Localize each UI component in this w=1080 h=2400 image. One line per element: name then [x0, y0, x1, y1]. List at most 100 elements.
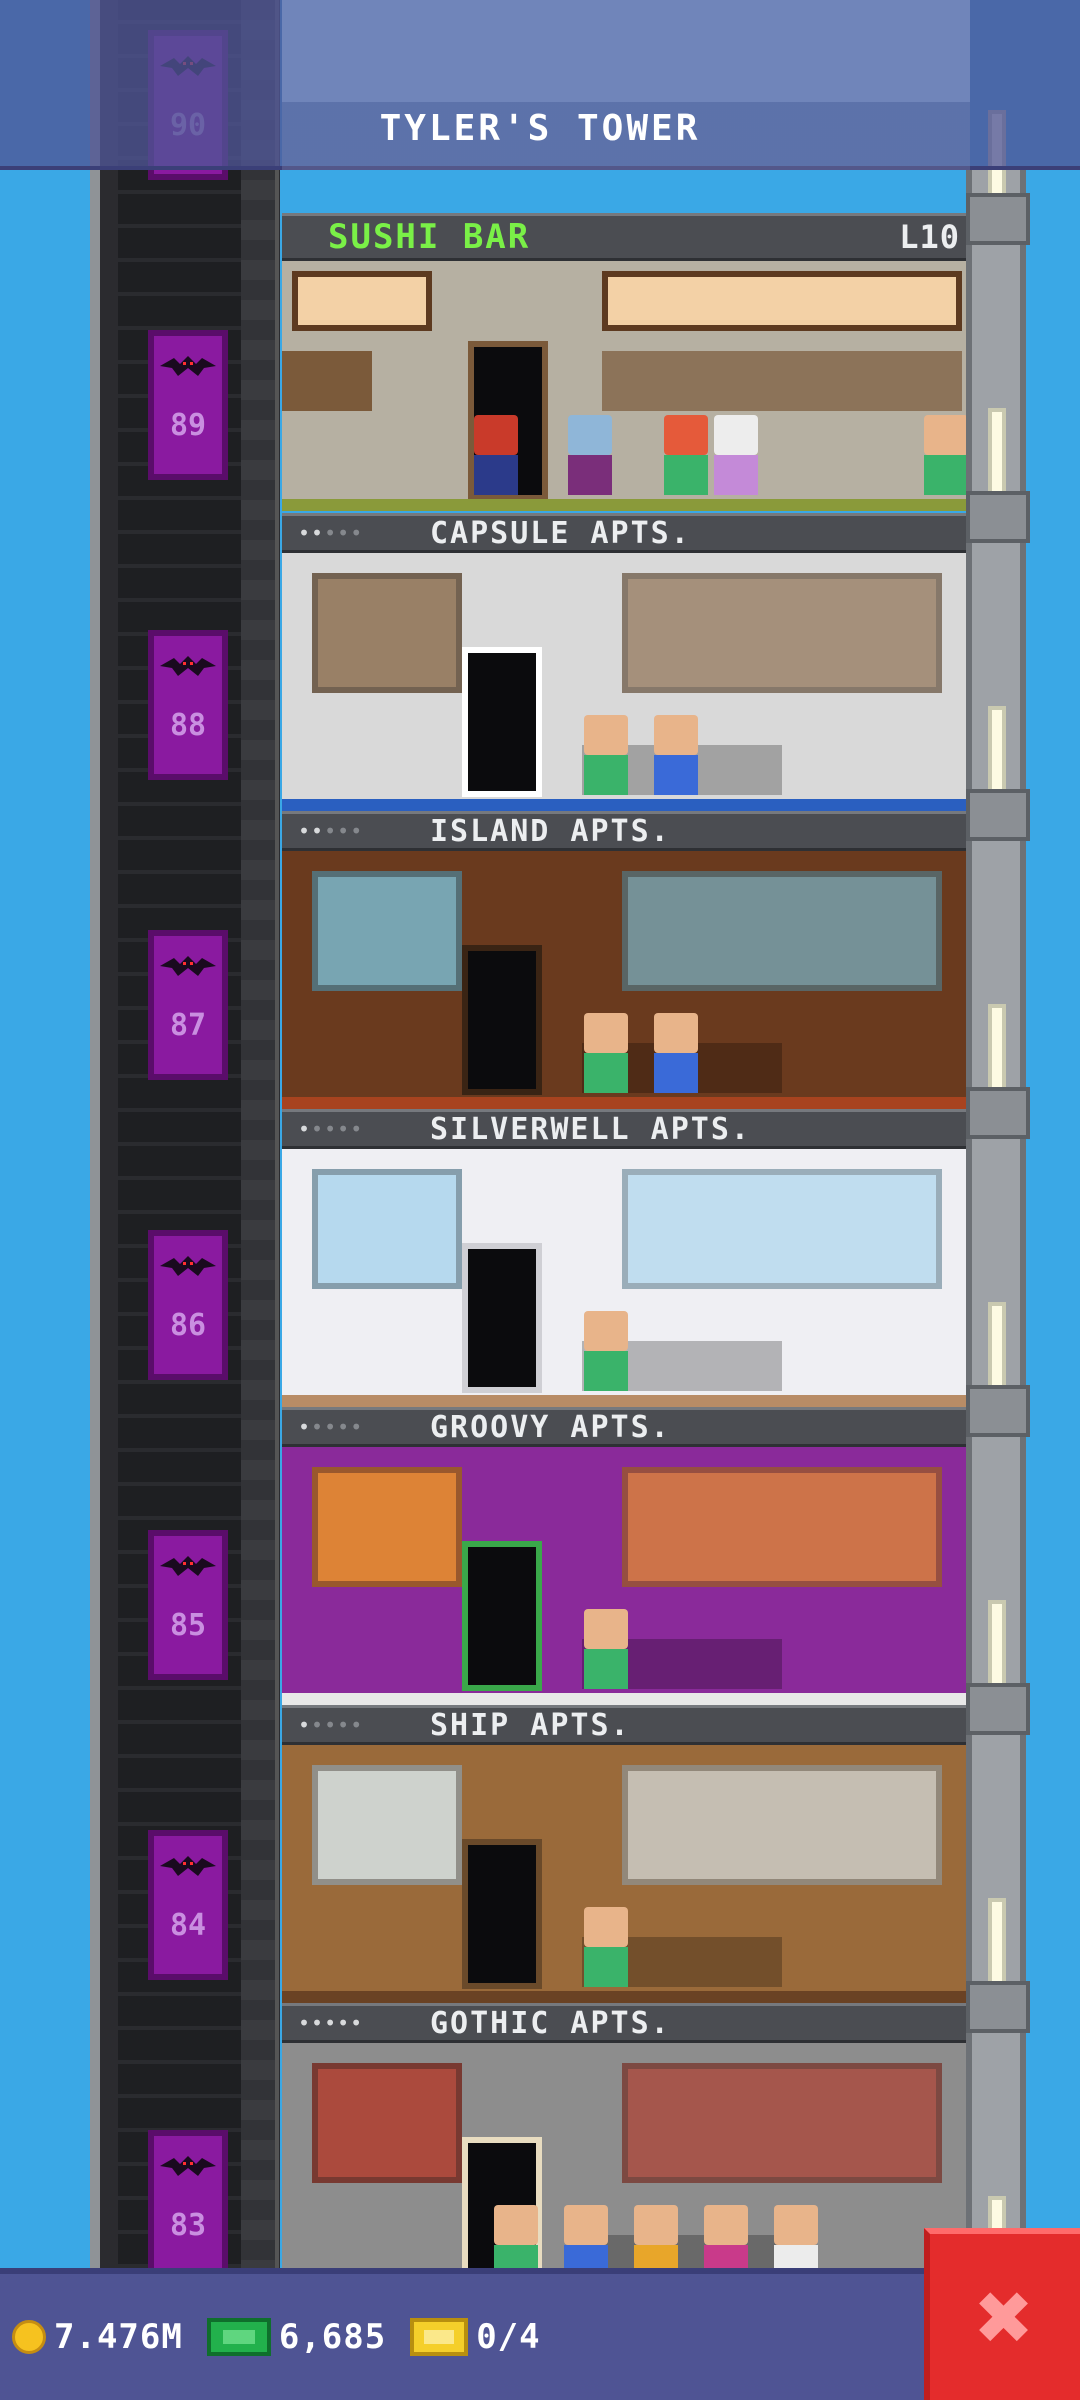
occupancy-indicator: •••••	[298, 819, 364, 843]
room-silverwell[interactable]	[282, 1149, 970, 1407]
floor-edge	[282, 1097, 970, 1109]
floor-edge	[282, 499, 970, 511]
bat-icon	[160, 354, 216, 378]
character[interactable]	[582, 1013, 630, 1093]
floor-bar[interactable]: ••••• CAPSULE APTS.	[282, 513, 970, 553]
elevator-floor-number: 86	[169, 1307, 207, 1343]
coins-stat[interactable]: 7.476M	[12, 2317, 183, 2357]
apartment-door	[462, 1541, 542, 1691]
floor-edge	[282, 799, 970, 811]
header: TYLER'S TOWER	[0, 0, 1080, 170]
window	[312, 1765, 462, 1885]
floor-edge	[282, 1693, 970, 1705]
floor-bar[interactable]: ••••• SHIP APTS.	[282, 1705, 970, 1745]
pillar-bracket	[966, 1981, 1030, 2033]
floor-name: SILVERWELL APTS.	[430, 1111, 751, 1147]
apartment-door	[462, 945, 542, 1095]
floor-bar[interactable]: ••••• GROOVY APTS.	[282, 1407, 970, 1447]
bux-value: 6,685	[278, 2317, 387, 2357]
pillar-bracket	[966, 789, 1030, 841]
character[interactable]	[472, 415, 520, 495]
floor-groovy[interactable]: ••••• GROOVY APTS.	[282, 1407, 970, 1705]
elevator-floor-number: 89	[169, 407, 207, 443]
floor-silverwell[interactable]: ••••• SILVERWELL APTS.	[282, 1109, 970, 1407]
character[interactable]	[582, 1609, 630, 1689]
floor-edge	[282, 1395, 970, 1407]
occupancy-indicator: •••••	[298, 1117, 364, 1141]
room-capsule[interactable]	[282, 553, 970, 811]
room-gothic[interactable]	[282, 2043, 970, 2301]
elevator-floor-cell[interactable]: 88	[148, 630, 228, 780]
pillar-bracket	[966, 1087, 1030, 1139]
elevator-floor-cell[interactable]: 83	[148, 2130, 228, 2280]
window	[622, 573, 942, 693]
bat-icon	[160, 1254, 216, 1278]
bat-icon	[160, 2154, 216, 2178]
window	[622, 1169, 942, 1289]
character[interactable]	[566, 415, 614, 495]
apartment-door	[462, 647, 542, 797]
elevator-floor-cell[interactable]: 86	[148, 1230, 228, 1380]
floor-name: GOTHIC APTS.	[430, 2005, 671, 2041]
room-island[interactable]	[282, 851, 970, 1109]
close-icon: ✖	[976, 2261, 1034, 2373]
character[interactable]	[662, 415, 710, 495]
character[interactable]	[652, 1013, 700, 1093]
pillar-bracket	[966, 491, 1030, 543]
close-button[interactable]: ✖	[924, 2228, 1080, 2400]
tickets-stat[interactable]: 0/4	[410, 2317, 540, 2357]
character[interactable]	[712, 415, 760, 495]
elevator-floor-number: 83	[169, 2207, 207, 2243]
room-ship[interactable]	[282, 1745, 970, 2003]
window	[312, 1169, 462, 1289]
floor-name: GROOVY APTS.	[430, 1409, 671, 1445]
floor-level-label: L10	[899, 218, 960, 256]
floor-ship[interactable]: ••••• SHIP APTS.	[282, 1705, 970, 2003]
bat-icon	[160, 654, 216, 678]
character[interactable]	[582, 1311, 630, 1391]
pillar-bracket	[966, 193, 1030, 245]
building-pillar	[966, 110, 1026, 2306]
floor-gothic[interactable]: ••••• GOTHIC APTS.	[282, 2003, 970, 2301]
elevator-floor-cell[interactable]: 84	[148, 1830, 228, 1980]
elevator-floor-cell[interactable]: 85	[148, 1530, 228, 1680]
occupancy-indicator: •••••	[298, 1713, 364, 1737]
elevator-floor-cell[interactable]: 89	[148, 330, 228, 480]
floor-island[interactable]: ••••• ISLAND APTS.	[282, 811, 970, 1109]
coin-icon	[12, 2320, 46, 2354]
character[interactable]	[582, 715, 630, 795]
window	[622, 1467, 942, 1587]
character[interactable]	[582, 1907, 630, 1987]
floor-bar-sushi[interactable]: SUSHI BAR L10	[282, 213, 970, 261]
floor-name: ISLAND APTS.	[430, 813, 671, 849]
floor-bar[interactable]: ••••• GOTHIC APTS.	[282, 2003, 970, 2043]
elevator-floor-cell[interactable]: 87	[148, 930, 228, 1080]
elevator-floor-number: 85	[169, 1607, 207, 1643]
window	[312, 871, 462, 991]
bux-stat[interactable]: 6,685	[206, 2317, 387, 2357]
window	[622, 1765, 942, 1885]
floor-name-sushi: SUSHI BAR	[328, 217, 531, 257]
floor-capsule[interactable]: ••••• CAPSULE APTS.	[282, 513, 970, 811]
occupancy-indicator: •••••	[298, 1415, 364, 1439]
bat-icon	[160, 954, 216, 978]
elevator-rail	[241, 0, 279, 2400]
elevator-floor-number: 87	[169, 1007, 207, 1043]
apartment-door	[462, 1243, 542, 1393]
window	[312, 573, 462, 693]
character[interactable]	[922, 415, 970, 495]
room-sushi-bar[interactable]	[282, 261, 970, 511]
room-groovy[interactable]	[282, 1447, 970, 1705]
resource-bar: 7.476M 6,685 0/4	[0, 2268, 1080, 2400]
tickets-value: 0/4	[476, 2317, 541, 2357]
floor-bar[interactable]: ••••• SILVERWELL APTS.	[282, 1109, 970, 1149]
floor-name: SHIP APTS.	[430, 1707, 631, 1743]
bat-icon	[160, 1554, 216, 1578]
floor-bar[interactable]: ••••• ISLAND APTS.	[282, 811, 970, 851]
pillar-bracket	[966, 1683, 1030, 1735]
window	[622, 2063, 942, 2183]
window	[312, 2063, 462, 2183]
pillar-bracket	[966, 1385, 1030, 1437]
character[interactable]	[652, 715, 700, 795]
window	[312, 1467, 462, 1587]
